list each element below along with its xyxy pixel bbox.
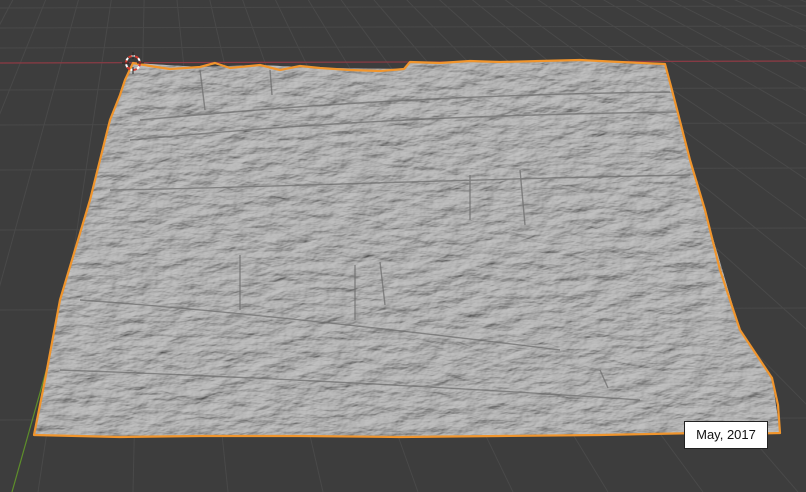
3d-viewport[interactable]: May, 2017 <box>0 0 806 492</box>
x-axis-line <box>0 60 806 64</box>
terrain-mesh[interactable] <box>30 55 790 445</box>
date-label: May, 2017 <box>684 421 768 449</box>
viewport-scene[interactable] <box>0 0 806 492</box>
grid-line <box>0 25 806 29</box>
